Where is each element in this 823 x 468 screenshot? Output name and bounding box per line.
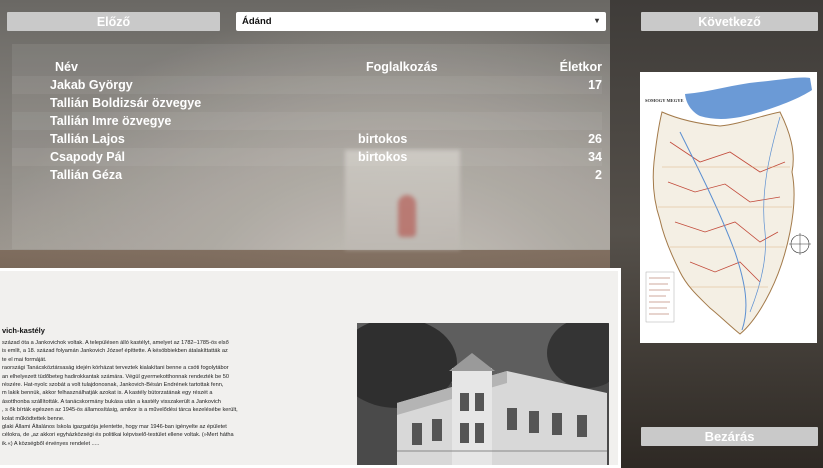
map-title: SOMOGY MEGYE	[645, 98, 683, 103]
cell-name: Jakab György	[50, 78, 133, 92]
document-line: célokra, de „az akkori egyházközségi és …	[2, 432, 234, 439]
document-line: m lakik bennük, akkor felhasználhatják a…	[2, 390, 213, 397]
table-row: Tallián Lajos birtokos 26	[12, 130, 602, 148]
table-header: Név Foglalkozás Életkor	[12, 58, 602, 76]
close-button[interactable]: Bezárás	[641, 427, 818, 446]
cell-age: 17	[588, 78, 602, 92]
document-line: ik.«) A községből érvényes rendelet ....…	[2, 440, 100, 447]
cell-age: 34	[588, 150, 602, 164]
residents-table: Név Foglalkozás Életkor Jakab György 17 Ta…	[12, 58, 602, 184]
document-line: kolat működtettek benne.	[2, 415, 65, 422]
dropdown-arrow-icon: ▾	[594, 16, 599, 25]
document-line: te el mai formáját.	[2, 356, 47, 363]
table-row: Tallián Géza 2	[12, 166, 602, 184]
previous-button[interactable]: Előző	[7, 12, 220, 31]
table-row: Csapody Pál birtokos 34	[12, 148, 602, 166]
cell-age: 2	[595, 168, 602, 182]
document-title: vich-kastély	[2, 326, 45, 335]
settlement-select-value: Ádánd	[242, 16, 272, 27]
cell-name: Tallián Imre özvegye	[50, 114, 172, 128]
table-row: Tallián Boldizsár özvegye	[12, 94, 602, 112]
cell-name: Tallián Géza	[50, 168, 123, 182]
cell-occupation: birtokos	[358, 132, 408, 146]
document-line: an elhelyezett tüdőbeteg hadirokkantak s…	[2, 373, 230, 380]
document-line: , s ők bírták egészen az 1945-ös államos…	[2, 407, 238, 414]
document-line: század óta a Jankovichok voltak. A telep…	[2, 340, 229, 346]
mansion-image	[337, 318, 618, 465]
cell-name: Tallián Boldizsár özvegye	[50, 96, 202, 110]
cell-name: Csapody Pál	[50, 150, 126, 164]
document-line: glaki Állami Általános Iskola igazgatója…	[2, 424, 227, 431]
document-line: is említ, a 18. század folyamán Jankovic…	[2, 348, 228, 355]
document-line: ásotthonba szállították. A tanácskormány…	[2, 398, 221, 405]
table-row: Tallián Imre özvegye	[12, 112, 602, 130]
next-button[interactable]: Következő	[641, 12, 818, 31]
mansion-photo	[337, 318, 618, 465]
cell-age: 26	[588, 132, 602, 146]
header-age: Életkor	[559, 60, 602, 74]
cell-name: Tallián Lajos	[50, 132, 125, 146]
document-body: század óta a Jankovichok voltak. A telep…	[2, 339, 350, 448]
header-name: Név	[55, 60, 78, 74]
map-image: SOMOGY MEGYE	[640, 72, 817, 343]
document-line: raországi Tanácsköztársaság idején kórhá…	[2, 365, 229, 372]
header-occupation: Foglalkozás	[366, 60, 438, 74]
table-body: Jakab György 17 Tallián Boldizsár özvegye T…	[12, 76, 602, 184]
document-line: részére. Hat-nyolc szobát a volt tulajdo…	[2, 382, 224, 389]
county-map: SOMOGY MEGYE	[640, 72, 817, 343]
document-photo: vich-kastély század óta a Jankovichok vo…	[0, 268, 621, 468]
settlement-select[interactable]: Ádánd ▾	[236, 12, 606, 31]
cell-occupation: birtokos	[358, 150, 408, 164]
table-row: Jakab György 17	[12, 76, 602, 94]
